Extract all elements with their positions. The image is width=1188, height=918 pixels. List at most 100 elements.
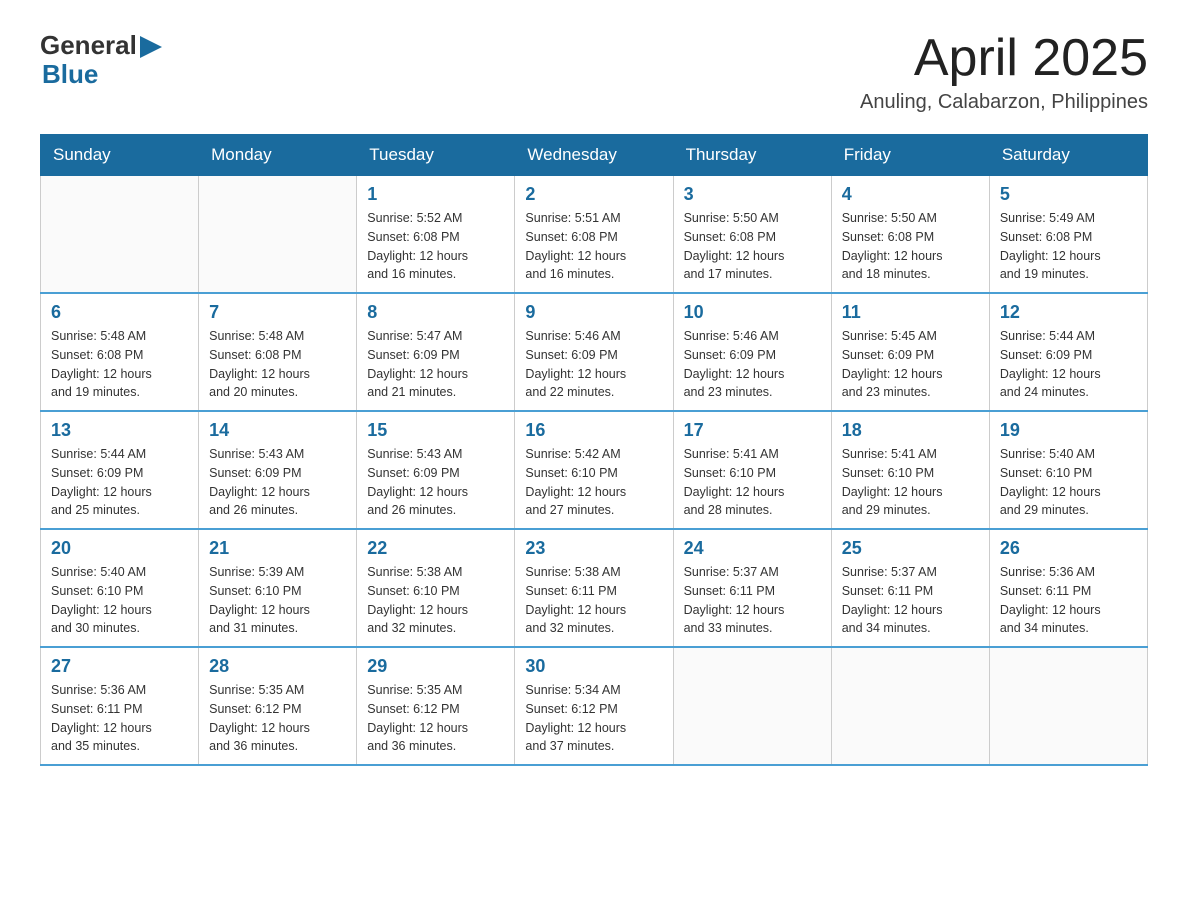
day-info: Sunrise: 5:36 AMSunset: 6:11 PMDaylight:… [1000, 563, 1137, 638]
calendar-cell: 14Sunrise: 5:43 AMSunset: 6:09 PMDayligh… [199, 411, 357, 529]
day-info: Sunrise: 5:38 AMSunset: 6:11 PMDaylight:… [525, 563, 662, 638]
calendar-cell: 21 Sunrise: 5:39 AMSunset: 6:10 PMDayligh… [199, 529, 357, 647]
day-info: Sunrise: 5:43 AMSunset: 6:09 PMDaylight:… [209, 445, 346, 520]
day-number: 18 [842, 420, 979, 441]
day-info: Sunrise: 5:46 AMSunset: 6:09 PMDaylight:… [684, 327, 821, 402]
day-number: 4 [842, 184, 979, 205]
logo-triangle-icon [140, 36, 162, 58]
day-number: 12 [1000, 302, 1137, 323]
calendar-cell [41, 176, 199, 294]
day-number: 2 [525, 184, 662, 205]
calendar-cell: 3Sunrise: 5:50 AMSunset: 6:08 PMDaylight… [673, 176, 831, 294]
calendar-cell: 30 Sunrise: 5:34 AMSunset: 6:12 PMDayligh… [515, 647, 673, 765]
calendar-cell: 26 Sunrise: 5:36 AMSunset: 6:11 PMDayligh… [989, 529, 1147, 647]
calendar-cell: 27 Sunrise: 5:36 AMSunset: 6:11 PMDayligh… [41, 647, 199, 765]
calendar-cell [831, 647, 989, 765]
calendar-cell: 5 Sunrise: 5:49 AMSunset: 6:08 PMDaylight… [989, 176, 1147, 294]
header-day-tuesday: Tuesday [357, 135, 515, 176]
day-info: Sunrise: 5:50 AMSunset: 6:08 PMDaylight:… [684, 209, 821, 284]
day-info: Sunrise: 5:39 AMSunset: 6:10 PMDaylight:… [209, 563, 346, 638]
day-info: Sunrise: 5:41 AMSunset: 6:10 PMDaylight:… [842, 445, 979, 520]
calendar-cell: 13 Sunrise: 5:44 AMSunset: 6:09 PMDayligh… [41, 411, 199, 529]
calendar-cell: 23Sunrise: 5:38 AMSunset: 6:11 PMDayligh… [515, 529, 673, 647]
day-info: Sunrise: 5:36 AMSunset: 6:11 PMDaylight:… [51, 681, 188, 756]
day-info: Sunrise: 5:34 AMSunset: 6:12 PMDaylight:… [525, 681, 662, 756]
location-title: Anuling, Calabarzon, Philippines [860, 91, 1148, 114]
title-section: April 2025 Anuling, Calabarzon, Philippi… [860, 30, 1148, 114]
day-info: Sunrise: 5:51 AMSunset: 6:08 PMDaylight:… [525, 209, 662, 284]
day-number: 21 [209, 538, 346, 559]
day-number: 1 [367, 184, 504, 205]
day-number: 15 [367, 420, 504, 441]
day-number: 24 [684, 538, 821, 559]
calendar-cell: 4 Sunrise: 5:50 AMSunset: 6:08 PMDaylight… [831, 176, 989, 294]
logo: General Blue [40, 30, 162, 90]
day-info: Sunrise: 5:37 AMSunset: 6:11 PMDaylight:… [684, 563, 821, 638]
logo-blue-text: Blue [42, 59, 98, 89]
day-info: Sunrise: 5:48 AMSunset: 6:08 PMDaylight:… [51, 327, 188, 402]
calendar-cell: 8Sunrise: 5:47 AMSunset: 6:09 PMDaylight… [357, 293, 515, 411]
day-info: Sunrise: 5:35 AMSunset: 6:12 PMDaylight:… [209, 681, 346, 756]
day-number: 25 [842, 538, 979, 559]
week-row-3: 13 Sunrise: 5:44 AMSunset: 6:09 PMDayligh… [41, 411, 1148, 529]
day-info: Sunrise: 5:43 AMSunset: 6:09 PMDaylight:… [367, 445, 504, 520]
week-row-4: 20Sunrise: 5:40 AMSunset: 6:10 PMDayligh… [41, 529, 1148, 647]
day-number: 5 [1000, 184, 1137, 205]
day-info: Sunrise: 5:48 AMSunset: 6:08 PMDaylight:… [209, 327, 346, 402]
day-number: 7 [209, 302, 346, 323]
month-title: April 2025 [860, 30, 1148, 87]
calendar-cell [199, 176, 357, 294]
calendar-cell: 1 Sunrise: 5:52 AMSunset: 6:08 PMDaylight… [357, 176, 515, 294]
day-number: 6 [51, 302, 188, 323]
day-number: 11 [842, 302, 979, 323]
day-number: 19 [1000, 420, 1137, 441]
day-number: 16 [525, 420, 662, 441]
day-info: Sunrise: 5:40 AMSunset: 6:10 PMDaylight:… [51, 563, 188, 638]
day-info: Sunrise: 5:41 AMSunset: 6:10 PMDaylight:… [684, 445, 821, 520]
calendar-cell: 2 Sunrise: 5:51 AMSunset: 6:08 PMDaylight… [515, 176, 673, 294]
day-number: 26 [1000, 538, 1137, 559]
day-info: Sunrise: 5:47 AMSunset: 6:09 PMDaylight:… [367, 327, 504, 402]
calendar-cell: 18 Sunrise: 5:41 AMSunset: 6:10 PMDayligh… [831, 411, 989, 529]
calendar-cell: 10 Sunrise: 5:46 AMSunset: 6:09 PMDayligh… [673, 293, 831, 411]
day-number: 30 [525, 656, 662, 677]
calendar-header: SundayMondayTuesdayWednesdayThursdayFrid… [41, 135, 1148, 176]
calendar-cell: 11 Sunrise: 5:45 AMSunset: 6:09 PMDayligh… [831, 293, 989, 411]
header-day-sunday: Sunday [41, 135, 199, 176]
day-number: 22 [367, 538, 504, 559]
day-info: Sunrise: 5:49 AMSunset: 6:08 PMDaylight:… [1000, 209, 1137, 284]
day-info: Sunrise: 5:52 AMSunset: 6:08 PMDaylight:… [367, 209, 504, 284]
calendar-cell: 7 Sunrise: 5:48 AMSunset: 6:08 PMDaylight… [199, 293, 357, 411]
calendar-cell: 16Sunrise: 5:42 AMSunset: 6:10 PMDayligh… [515, 411, 673, 529]
header-day-monday: Monday [199, 135, 357, 176]
day-number: 17 [684, 420, 821, 441]
day-info: Sunrise: 5:38 AMSunset: 6:10 PMDaylight:… [367, 563, 504, 638]
calendar-cell [989, 647, 1147, 765]
day-info: Sunrise: 5:40 AMSunset: 6:10 PMDaylight:… [1000, 445, 1137, 520]
day-number: 9 [525, 302, 662, 323]
day-info: Sunrise: 5:50 AMSunset: 6:08 PMDaylight:… [842, 209, 979, 284]
day-number: 29 [367, 656, 504, 677]
calendar-cell: 22 Sunrise: 5:38 AMSunset: 6:10 PMDayligh… [357, 529, 515, 647]
calendar-cell: 28Sunrise: 5:35 AMSunset: 6:12 PMDayligh… [199, 647, 357, 765]
week-row-5: 27 Sunrise: 5:36 AMSunset: 6:11 PMDayligh… [41, 647, 1148, 765]
calendar-cell: 19 Sunrise: 5:40 AMSunset: 6:10 PMDayligh… [989, 411, 1147, 529]
header-day-saturday: Saturday [989, 135, 1147, 176]
day-info: Sunrise: 5:44 AMSunset: 6:09 PMDaylight:… [1000, 327, 1137, 402]
header-row: SundayMondayTuesdayWednesdayThursdayFrid… [41, 135, 1148, 176]
calendar-cell: 9Sunrise: 5:46 AMSunset: 6:09 PMDaylight… [515, 293, 673, 411]
day-info: Sunrise: 5:37 AMSunset: 6:11 PMDaylight:… [842, 563, 979, 638]
calendar-table: SundayMondayTuesdayWednesdayThursdayFrid… [40, 134, 1148, 766]
day-number: 10 [684, 302, 821, 323]
calendar-cell: 29Sunrise: 5:35 AMSunset: 6:12 PMDayligh… [357, 647, 515, 765]
logo-general-text: General [40, 30, 137, 61]
page-header: General Blue April 2025 Anuling, Calabar… [40, 30, 1148, 114]
header-day-thursday: Thursday [673, 135, 831, 176]
calendar-body: 1 Sunrise: 5:52 AMSunset: 6:08 PMDaylight… [41, 176, 1148, 766]
day-number: 27 [51, 656, 188, 677]
day-number: 13 [51, 420, 188, 441]
header-day-friday: Friday [831, 135, 989, 176]
day-info: Sunrise: 5:45 AMSunset: 6:09 PMDaylight:… [842, 327, 979, 402]
calendar-cell: 15 Sunrise: 5:43 AMSunset: 6:09 PMDayligh… [357, 411, 515, 529]
day-info: Sunrise: 5:44 AMSunset: 6:09 PMDaylight:… [51, 445, 188, 520]
